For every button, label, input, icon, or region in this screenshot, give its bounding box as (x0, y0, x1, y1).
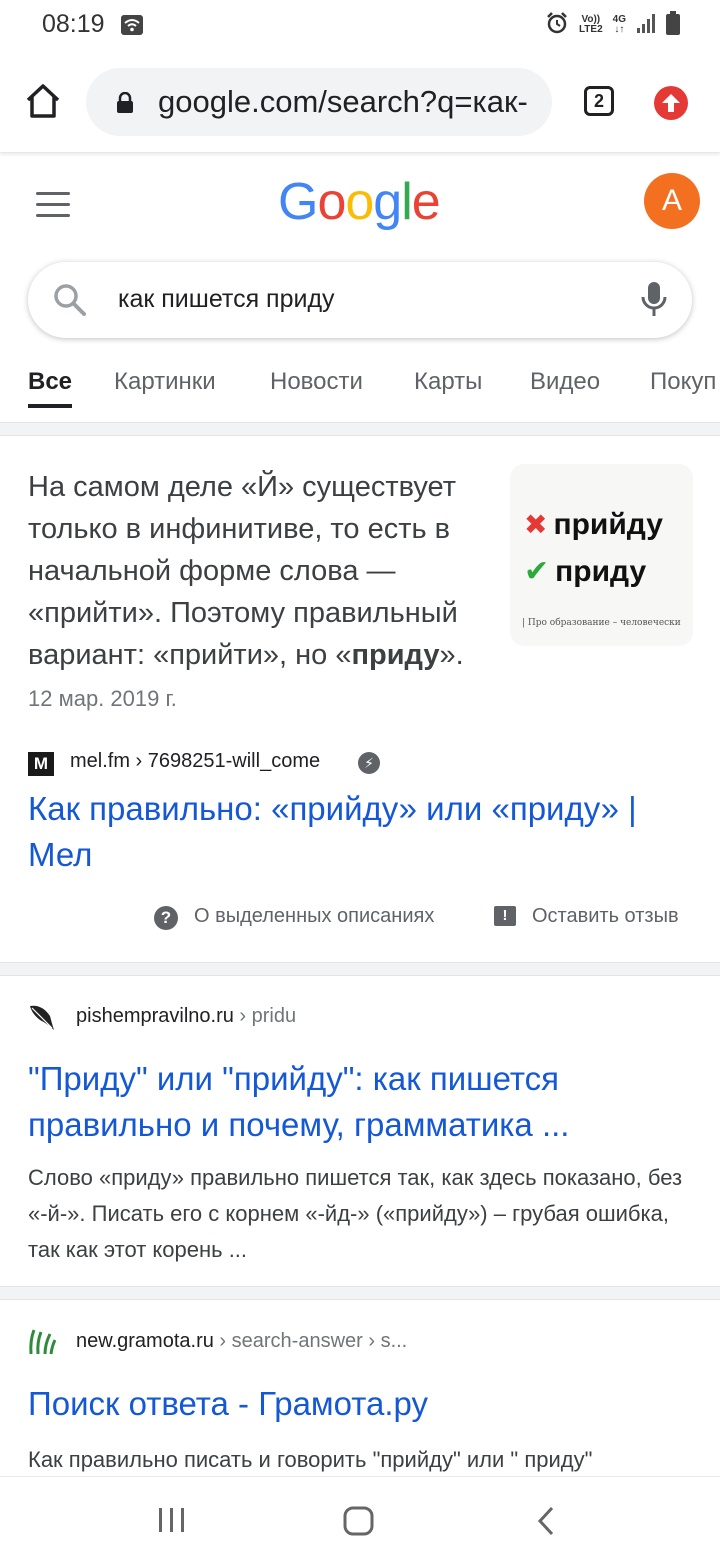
featured-snippet-text: На самом деле «Й» существует только в ин… (28, 466, 498, 720)
section-divider (0, 962, 720, 976)
snippet-image[interactable]: ✖ прийду ✔ приду | Про образование – челов… (510, 464, 693, 646)
search-box[interactable]: как пишется приду (28, 262, 692, 338)
section-divider (0, 1286, 720, 1300)
result-domain: pishempravilno.ru (76, 1005, 234, 1027)
home-button[interactable] (22, 80, 64, 122)
search-icon[interactable] (52, 282, 88, 323)
wrong-spelling: прийду (553, 508, 663, 541)
volte-indicator: Vo)) LTE2 (579, 15, 603, 35)
menu-button[interactable] (36, 192, 70, 218)
tab-switcher-button[interactable]: 2 (584, 86, 614, 116)
section-divider (0, 422, 720, 436)
recent-apps-button[interactable] (156, 1505, 188, 1540)
active-tab-indicator (28, 404, 72, 408)
snippet-text-bold: приду (351, 639, 440, 671)
arrow-up-icon (662, 94, 680, 112)
update-button[interactable] (654, 86, 688, 120)
result-title-link[interactable]: Поиск ответа - Грамота.ру (28, 1381, 698, 1427)
alarm-icon (545, 11, 569, 40)
menu-icon (36, 192, 70, 195)
image-caption: | Про образование – человечески (522, 618, 681, 628)
check-icon: ✔ (524, 555, 550, 588)
mel-logo-icon: M (28, 752, 54, 776)
home-nav-icon (343, 1506, 374, 1536)
tab-images[interactable]: Картинки (114, 368, 216, 396)
amp-lightning-icon: ⚡ (358, 752, 380, 774)
snippet-text-end: ». (439, 639, 464, 671)
result-site[interactable]: pishempravilno.ru › pridu (76, 1005, 296, 1028)
browser-toolbar: google.com/search?q=как- 2 (0, 52, 720, 153)
result-title-link[interactable]: "Приду" или "прийду": как пишется правил… (28, 1056, 698, 1148)
cross-icon: ✖ (524, 509, 548, 540)
tab-shopping[interactable]: Покуп (650, 368, 716, 396)
feedback-link[interactable]: Оставить отзыв (532, 905, 679, 928)
account-avatar[interactable]: A (644, 173, 700, 229)
back-icon (537, 1506, 554, 1536)
about-snippets-link[interactable]: О выделенных описаниях (194, 905, 434, 928)
google-logo-letter: o (317, 173, 346, 231)
result-domain: new.gramota.ru (76, 1330, 214, 1352)
result-description: Как правильно писать и говорить "прийду"… (28, 1447, 593, 1472)
google-logo-letter: G (278, 173, 318, 231)
right-spelling-row: ✔ приду (524, 554, 646, 589)
status-bar: 08:19 Vo)) LTE2 4G ↓↑ (0, 0, 720, 52)
signal-icon (636, 12, 656, 39)
result-site[interactable]: new.gramota.ru › search-answer › s... (76, 1330, 407, 1353)
tab-news[interactable]: Новости (270, 368, 363, 396)
status-time: 08:19 (42, 10, 105, 38)
quill-icon (28, 1002, 56, 1037)
google-logo[interactable]: Google (278, 172, 441, 232)
menu-icon-bar (36, 214, 70, 217)
snippet-title-link[interactable]: Как правильно: «прийду» или «приду» | Ме… (28, 786, 698, 878)
search-input[interactable]: как пишется приду (118, 285, 335, 314)
lock-icon (116, 91, 134, 119)
recent-apps-icon (159, 1508, 184, 1532)
address-bar[interactable]: google.com/search?q=как- (86, 68, 552, 136)
menu-icon-bar (36, 203, 70, 206)
result-description: Слово «приду» правильно пишется так, как… (28, 1165, 683, 1262)
snippet-date: 12 мар. 2019 г. (28, 686, 177, 711)
wifi-icon (120, 14, 144, 41)
help-icon[interactable]: ? (154, 906, 178, 930)
tab-all[interactable]: Все (28, 368, 72, 396)
home-nav-button[interactable] (342, 1505, 376, 1542)
tab-video[interactable]: Видео (530, 368, 600, 396)
network-indicator: 4G ↓↑ (612, 14, 626, 35)
google-logo-letter: g (373, 173, 402, 231)
search-tabs: Все Картинки Новости Карты Видео Покуп (0, 360, 720, 410)
google-logo-letter: o (345, 173, 374, 231)
feedback-icon[interactable]: ! (494, 906, 516, 926)
image-caption-text: Про образование – человечески (527, 618, 681, 628)
status-indicators: Vo)) LTE2 4G ↓↑ (545, 10, 680, 40)
home-icon (26, 84, 60, 118)
google-logo-letter: l (401, 173, 413, 231)
url-text: google.com/search?q=как- (158, 84, 528, 119)
lte-label: LTE2 (578, 24, 603, 35)
wrong-spelling-row: ✖ прийду (524, 508, 663, 542)
google-logo-letter: e (411, 173, 441, 231)
result-path: › search-answer › s... (213, 1330, 408, 1352)
microphone-icon[interactable] (640, 280, 668, 323)
snippet-source-url[interactable]: mel.fm › 7698251-will_come (70, 750, 320, 773)
gramota-logo-icon (28, 1326, 57, 1361)
back-button[interactable] (534, 1505, 558, 1542)
result-path: › pridu (233, 1005, 297, 1027)
network-label: 4G (612, 14, 626, 25)
system-navigation-bar (0, 1476, 720, 1561)
tab-maps[interactable]: Карты (414, 368, 482, 396)
right-spelling: приду (555, 555, 647, 588)
battery-icon (666, 10, 680, 40)
